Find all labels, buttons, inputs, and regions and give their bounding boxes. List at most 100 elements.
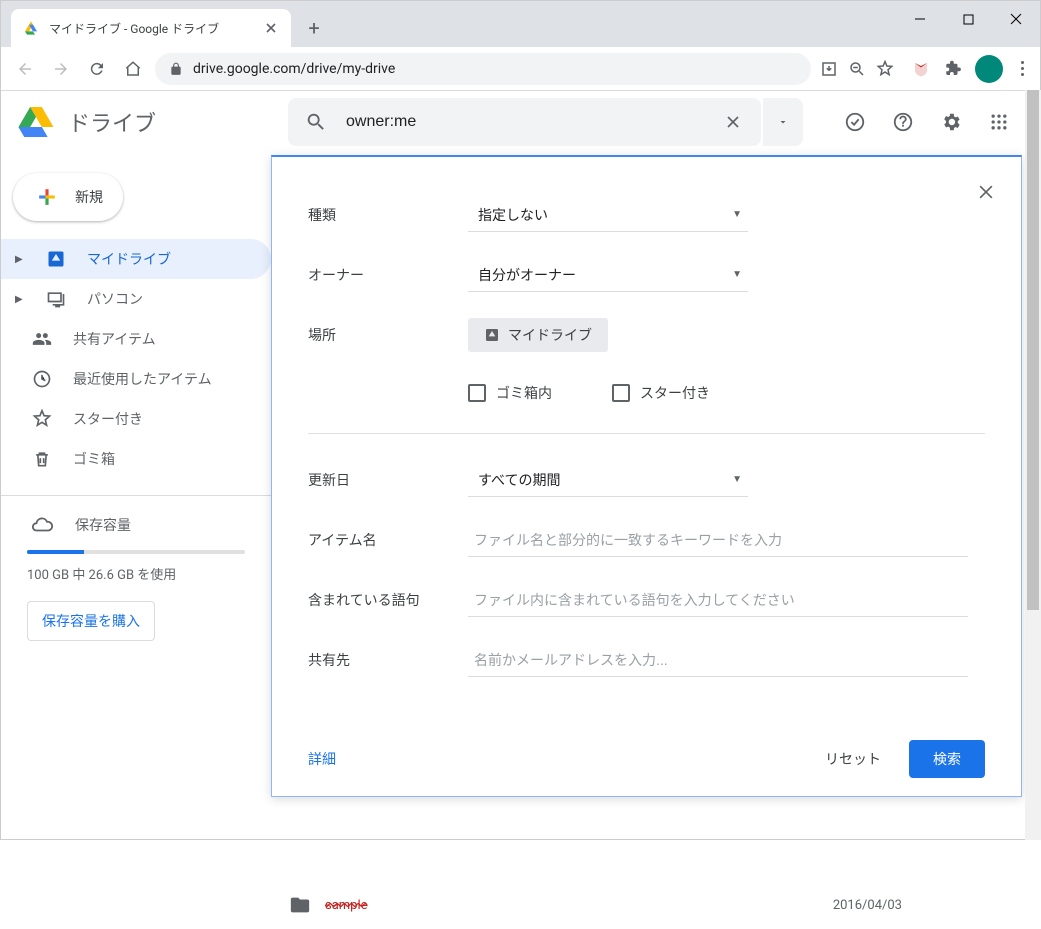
nav-forward-button[interactable] xyxy=(47,55,75,83)
new-button[interactable]: 新規 xyxy=(13,173,123,221)
filter-type-value: 指定しない xyxy=(478,205,548,225)
sidebar-storage[interactable]: 保存容量 xyxy=(27,514,245,536)
drive-logo-icon xyxy=(16,102,56,142)
nav-reload-button[interactable] xyxy=(83,55,111,83)
filter-contains-label: 含まれている語句 xyxy=(308,590,468,610)
drive-logo[interactable]: ドライブ xyxy=(16,102,276,142)
lock-icon xyxy=(169,62,183,76)
address-input[interactable]: drive.google.com/drive/my-drive xyxy=(155,53,811,85)
filter-trash-checkbox[interactable]: ゴミ箱内 xyxy=(468,383,552,403)
filter-reset-button[interactable]: リセット xyxy=(807,740,899,778)
drive-main: 種類 指定しない ▼ オーナー 自分がオーナー ▼ xyxy=(271,155,1040,929)
filter-itemname-label: アイテム名 xyxy=(308,530,468,550)
storage-usage-text: 100 GB 中 26.6 GB を使用 xyxy=(27,564,245,583)
ready-offline-icon[interactable] xyxy=(835,102,875,142)
install-icon[interactable] xyxy=(819,59,839,79)
drive-favicon xyxy=(23,20,39,36)
chevron-right-icon: ▶ xyxy=(15,294,25,305)
filter-location-label: 場所 xyxy=(308,325,468,345)
filter-search-button[interactable]: 検索 xyxy=(909,740,985,778)
people-icon xyxy=(31,328,53,350)
computer-icon xyxy=(45,288,67,310)
scrollbar-thumb[interactable] xyxy=(1027,90,1039,610)
filter-location-chip-label: マイドライブ xyxy=(508,325,592,345)
sidebar-item-label: ゴミ箱 xyxy=(73,449,115,469)
help-icon[interactable] xyxy=(883,102,923,142)
chevron-down-icon: ▼ xyxy=(732,209,742,220)
filter-modified-label: 更新日 xyxy=(308,470,468,490)
sidebar-trash[interactable]: ゴミ箱 xyxy=(1,439,271,479)
drive-app-title: ドライブ xyxy=(68,106,156,138)
file-row[interactable]: sample 2016/04/03 xyxy=(289,887,1022,923)
search-options-dropdown[interactable] xyxy=(763,98,803,146)
window-maximize[interactable] xyxy=(944,1,992,37)
sidebar-my-drive[interactable]: ▶ マイドライブ xyxy=(1,239,271,279)
filter-type-select[interactable]: 指定しない ▼ xyxy=(468,198,748,232)
sidebar-recent[interactable]: 最近使用したアイテム xyxy=(1,359,271,399)
zoom-icon[interactable] xyxy=(847,59,867,79)
search-input[interactable] xyxy=(346,113,703,131)
drive-sidebar: 新規 ▶ マイドライブ ▶ パソコン 共有アイテム 最近使用したアイテム スター… xyxy=(1,155,271,929)
star-icon xyxy=(31,408,53,430)
my-drive-icon xyxy=(484,327,500,343)
sidebar-starred[interactable]: スター付き xyxy=(1,399,271,439)
panel-close-icon[interactable] xyxy=(971,177,1001,207)
bookmark-icon[interactable] xyxy=(875,59,895,79)
checkbox-label: ゴミ箱内 xyxy=(496,383,552,403)
filter-owner-select[interactable]: 自分がオーナー ▼ xyxy=(468,258,748,292)
drive-header: ドライブ xyxy=(0,90,1035,154)
trash-icon xyxy=(31,448,53,470)
filter-owner-value: 自分がオーナー xyxy=(478,265,576,285)
browser-tab[interactable]: マイドライブ - Google ドライブ xyxy=(11,9,291,47)
scrollbar[interactable] xyxy=(1025,90,1041,840)
browser-menu-button[interactable] xyxy=(1015,55,1030,82)
settings-icon[interactable] xyxy=(931,102,971,142)
filter-type-label: 種類 xyxy=(308,205,468,225)
search-clear-icon[interactable] xyxy=(713,102,753,142)
profile-avatar[interactable] xyxy=(975,55,1003,83)
new-button-label: 新規 xyxy=(75,187,103,207)
sidebar-computers[interactable]: ▶ パソコン xyxy=(1,279,271,319)
filter-modified-value: すべての期間 xyxy=(478,470,560,490)
new-tab-button[interactable]: + xyxy=(299,13,329,43)
storage-label: 保存容量 xyxy=(75,515,131,535)
window-minimize[interactable] xyxy=(896,1,944,37)
nav-back-button[interactable] xyxy=(11,55,39,83)
window-controls xyxy=(896,1,1040,37)
extensions-icon[interactable] xyxy=(943,59,963,79)
filter-modified-select[interactable]: すべての期間 ▼ xyxy=(468,463,748,497)
chevron-down-icon: ▼ xyxy=(732,474,742,485)
filter-details-link[interactable]: 詳細 xyxy=(308,749,336,769)
storage-progress-bar xyxy=(27,550,245,554)
sidebar-shared[interactable]: 共有アイテム xyxy=(1,319,271,359)
apps-grid-icon[interactable] xyxy=(979,102,1019,142)
window-close[interactable] xyxy=(992,1,1040,37)
folder-icon xyxy=(289,894,311,916)
cloud-icon xyxy=(31,514,53,536)
buy-storage-button[interactable]: 保存容量を購入 xyxy=(27,601,155,641)
my-drive-icon xyxy=(45,248,67,270)
tab-title: マイドライブ - Google ドライブ xyxy=(49,20,253,37)
file-name: sample xyxy=(325,898,833,913)
filter-starred-checkbox[interactable]: スター付き xyxy=(612,383,710,403)
clock-icon xyxy=(31,368,53,390)
mcafee-icon[interactable] xyxy=(911,59,931,79)
sidebar-item-label: 共有アイテム xyxy=(73,329,156,349)
search-box[interactable] xyxy=(288,98,761,146)
nav-home-button[interactable] xyxy=(119,55,147,83)
filter-shared-label: 共有先 xyxy=(308,650,468,670)
file-date: 2016/04/03 xyxy=(833,898,902,913)
url-text: drive.google.com/drive/my-drive xyxy=(193,61,395,77)
tab-close-icon[interactable] xyxy=(263,20,279,36)
filter-shared-input[interactable] xyxy=(468,643,968,677)
filter-location-chip[interactable]: マイドライブ xyxy=(468,318,608,352)
checkbox-icon xyxy=(612,384,630,402)
filter-itemname-input[interactable] xyxy=(468,523,968,557)
search-icon[interactable] xyxy=(296,102,336,142)
sidebar-item-label: 最近使用したアイテム xyxy=(73,369,212,389)
filter-owner-label: オーナー xyxy=(308,265,468,285)
chevron-right-icon: ▶ xyxy=(15,254,25,265)
filter-contains-input[interactable] xyxy=(468,583,968,617)
sidebar-item-label: スター付き xyxy=(73,409,143,429)
sidebar-item-label: マイドライブ xyxy=(87,249,171,269)
